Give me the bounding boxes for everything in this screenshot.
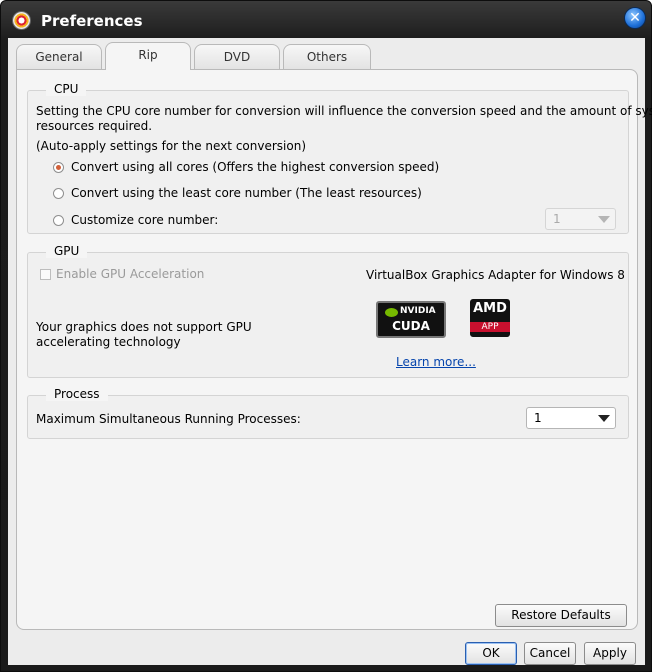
amd-badge-brand: AMD xyxy=(473,301,507,316)
dialog-body: General Rip DVD Others CPU Setting the C… xyxy=(8,38,652,665)
max-processes-value: 1 xyxy=(534,411,542,425)
core-number-value: 1 xyxy=(553,212,561,226)
learn-more-link[interactable]: Learn more... xyxy=(396,355,476,369)
radio-customize-cores[interactable] xyxy=(53,215,64,226)
max-processes-dropdown[interactable]: 1 xyxy=(526,407,616,429)
cuda-badge-product: CUDA xyxy=(392,319,430,333)
cpu-group-title: CPU xyxy=(46,82,87,96)
gpu-group: GPU Enable GPU Acceleration VirtualBox G… xyxy=(27,244,629,378)
gpu-unsupported-line2: accelerating technology xyxy=(36,335,181,349)
restore-defaults-button[interactable]: Restore Defaults xyxy=(495,604,627,627)
tab-rip[interactable]: Rip xyxy=(105,42,191,70)
radio-all-cores[interactable] xyxy=(53,162,64,173)
tab-others[interactable]: Others xyxy=(283,44,371,69)
nvidia-cuda-logo: NVIDIA CUDA xyxy=(376,301,446,338)
core-number-dropdown[interactable]: 1 xyxy=(545,208,616,230)
cpu-auto-apply-note: (Auto-apply settings for the next conver… xyxy=(36,139,306,153)
cuda-badge-brand: NVIDIA xyxy=(400,306,436,316)
cancel-button[interactable]: Cancel xyxy=(524,642,576,665)
title-bar[interactable]: Preferences ✕ xyxy=(1,1,651,39)
gpu-unsupported-line1: Your graphics does not support GPU xyxy=(36,320,252,334)
close-icon: ✕ xyxy=(629,10,641,26)
radio-customize-cores-label[interactable]: Customize core number: xyxy=(71,213,218,228)
amd-app-logo: AMD APP xyxy=(470,299,510,337)
gpu-group-title: GPU xyxy=(46,244,88,258)
radio-all-cores-label[interactable]: Convert using all cores (Offers the high… xyxy=(71,160,439,175)
window-title: Preferences xyxy=(41,12,143,30)
enable-gpu-label[interactable]: Enable GPU Acceleration xyxy=(56,267,204,282)
tab-dvd[interactable]: DVD xyxy=(194,44,280,69)
process-group: Process Maximum Simultaneous Running Pro… xyxy=(27,387,629,439)
app-icon xyxy=(13,12,30,29)
rip-tab-panel: CPU Setting the CPU core number for conv… xyxy=(16,69,652,630)
close-button[interactable]: ✕ xyxy=(624,7,646,29)
apply-button[interactable]: Apply xyxy=(584,642,636,665)
amd-badge-product: APP xyxy=(470,322,510,332)
radio-least-cores-label[interactable]: Convert using the least core number (The… xyxy=(71,186,422,201)
nvidia-eye-icon xyxy=(385,308,398,317)
preferences-window: Preferences ✕ General Rip DVD Others CPU… xyxy=(0,0,652,672)
tab-general[interactable]: General xyxy=(16,44,102,69)
cpu-group: CPU Setting the CPU core number for conv… xyxy=(27,82,652,234)
enable-gpu-checkbox[interactable] xyxy=(40,269,51,280)
max-processes-label: Maximum Simultaneous Running Processes: xyxy=(36,412,301,426)
cpu-description-line2: resources required. xyxy=(36,119,153,133)
chevron-down-icon xyxy=(598,216,610,223)
process-group-title: Process xyxy=(46,387,108,401)
gpu-adapter-name: VirtualBox Graphics Adapter for Windows … xyxy=(366,268,625,282)
chevron-down-icon xyxy=(598,415,610,422)
ok-button[interactable]: OK xyxy=(465,642,517,665)
cpu-description-line1: Setting the CPU core number for conversi… xyxy=(36,104,652,118)
radio-least-cores[interactable] xyxy=(53,188,64,199)
